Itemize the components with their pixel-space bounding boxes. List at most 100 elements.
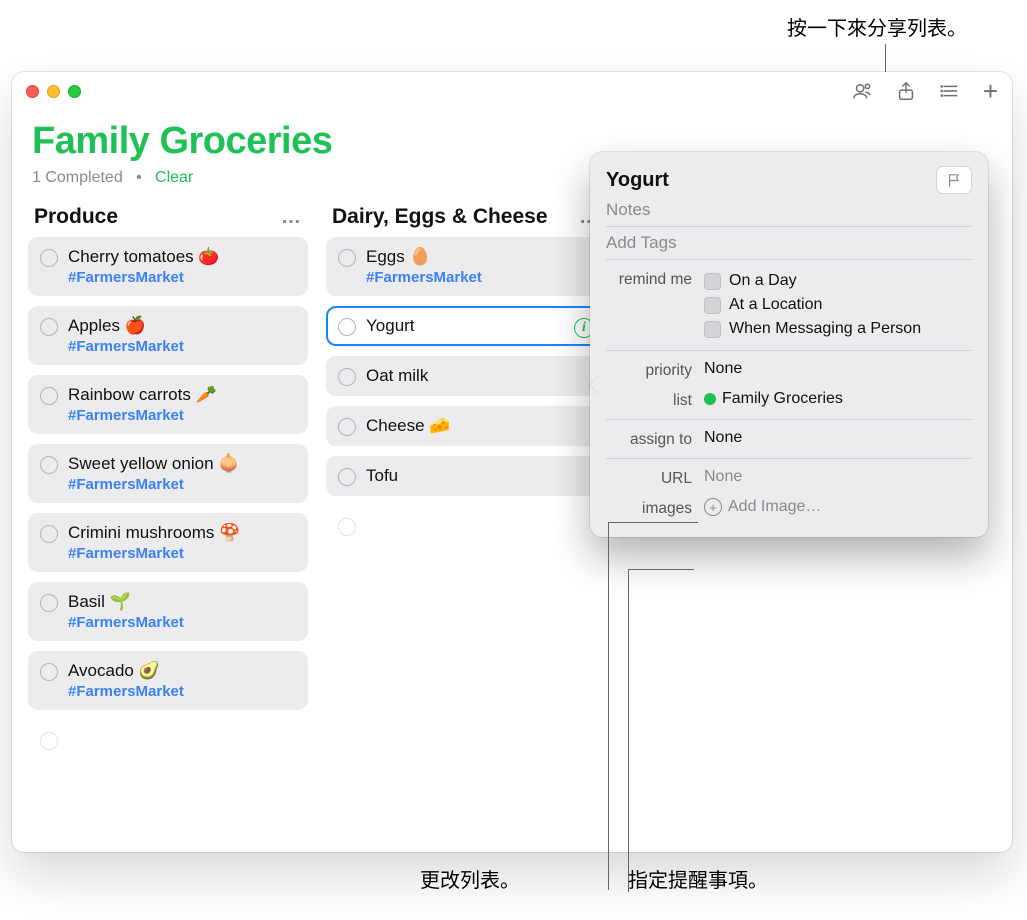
reminder-item[interactable]: Crimini mushrooms 🍄 #FarmersMarket bbox=[28, 513, 308, 572]
reminder-title: Eggs 🥚 bbox=[366, 247, 594, 267]
reminder-item[interactable]: Cheese 🧀 bbox=[326, 406, 606, 446]
reminder-title: Tofu bbox=[366, 466, 594, 486]
reminder-title: Crimini mushrooms 🍄 bbox=[68, 523, 296, 543]
complete-toggle[interactable] bbox=[40, 456, 58, 474]
reminder-title: Apples 🍎 bbox=[68, 316, 296, 336]
titlebar: + bbox=[12, 72, 1012, 110]
close-window-button[interactable] bbox=[26, 85, 39, 98]
complete-toggle[interactable] bbox=[338, 468, 356, 486]
clear-button[interactable]: Clear bbox=[155, 169, 193, 186]
reminder-item[interactable]: Eggs 🥚 #FarmersMarket bbox=[326, 237, 606, 296]
complete-toggle[interactable] bbox=[40, 594, 58, 612]
reminder-item[interactable]: Rainbow carrots 🥕 #FarmersMarket bbox=[28, 375, 308, 434]
remind-option-label: When Messaging a Person bbox=[729, 320, 921, 338]
reminder-title: Yogurt bbox=[366, 316, 594, 336]
complete-toggle[interactable] bbox=[338, 368, 356, 386]
reminder-item[interactable]: Oat milk bbox=[326, 356, 606, 396]
column-header-dairy: Dairy, Eggs & Cheese … bbox=[326, 205, 606, 237]
view-options-icon[interactable] bbox=[939, 80, 961, 102]
list-value[interactable]: Family Groceries bbox=[704, 390, 972, 408]
remind-when-messaging[interactable]: When Messaging a Person bbox=[704, 317, 972, 341]
complete-toggle[interactable] bbox=[40, 663, 58, 681]
column-title: Produce bbox=[34, 205, 118, 229]
complete-toggle[interactable] bbox=[338, 249, 356, 267]
complete-toggle[interactable] bbox=[40, 525, 58, 543]
callout-change-list: 更改列表。 bbox=[420, 864, 520, 893]
reminder-item[interactable]: Apples 🍎 #FarmersMarket bbox=[28, 306, 308, 365]
reminder-item[interactable]: Basil 🌱 #FarmersMarket bbox=[28, 582, 308, 641]
checkbox-icon bbox=[704, 273, 721, 290]
list-color-dot bbox=[704, 393, 716, 405]
remind-at-location[interactable]: At a Location bbox=[704, 293, 972, 317]
flag-icon bbox=[946, 172, 963, 189]
popover-title[interactable]: Yogurt bbox=[606, 169, 926, 192]
separator-dot: • bbox=[127, 169, 150, 186]
share-icon[interactable] bbox=[895, 80, 917, 102]
complete-toggle bbox=[40, 732, 58, 750]
remind-on-day[interactable]: On a Day bbox=[704, 269, 972, 293]
reminder-detail-popover: Yogurt Notes Add Tags remind me On a Day… bbox=[590, 152, 988, 537]
flag-button[interactable] bbox=[936, 166, 972, 194]
minimize-window-button[interactable] bbox=[47, 85, 60, 98]
complete-toggle[interactable] bbox=[40, 387, 58, 405]
callout-leader bbox=[608, 522, 609, 890]
label-priority: priority bbox=[606, 360, 704, 380]
tags-field[interactable]: Add Tags bbox=[606, 227, 972, 260]
completed-count: 1 Completed bbox=[32, 169, 123, 186]
column-produce: Produce … Cherry tomatoes 🍅 #FarmersMark… bbox=[28, 205, 308, 770]
notes-field[interactable]: Notes bbox=[606, 194, 972, 227]
column-header-produce: Produce … bbox=[28, 205, 308, 237]
list-name: Family Groceries bbox=[722, 390, 843, 407]
reminder-tag[interactable]: #FarmersMarket bbox=[68, 545, 296, 562]
priority-value[interactable]: None bbox=[704, 360, 972, 378]
label-remind: remind me bbox=[606, 269, 704, 289]
remind-option-label: At a Location bbox=[729, 296, 822, 314]
label-images: images bbox=[606, 498, 704, 518]
remind-option-label: On a Day bbox=[729, 272, 797, 290]
reminder-tag[interactable]: #FarmersMarket bbox=[68, 269, 296, 286]
reminder-item[interactable]: Sweet yellow onion 🧅 #FarmersMarket bbox=[28, 444, 308, 503]
divider bbox=[606, 419, 972, 420]
complete-toggle[interactable] bbox=[40, 318, 58, 336]
reminder-item[interactable]: Tofu bbox=[326, 456, 606, 496]
checkbox-icon bbox=[704, 321, 721, 338]
reminder-item[interactable]: Cherry tomatoes 🍅 #FarmersMarket bbox=[28, 237, 308, 296]
complete-toggle bbox=[338, 518, 356, 536]
plus-circle-icon: + bbox=[704, 498, 722, 516]
reminder-title: Cherry tomatoes 🍅 bbox=[68, 247, 296, 267]
callout-leader bbox=[628, 569, 694, 570]
complete-toggle[interactable] bbox=[338, 418, 356, 436]
complete-toggle[interactable] bbox=[40, 249, 58, 267]
window-controls bbox=[26, 85, 81, 98]
new-reminder-placeholder[interactable] bbox=[28, 720, 308, 760]
zoom-window-button[interactable] bbox=[68, 85, 81, 98]
add-image-label: Add Image… bbox=[728, 498, 821, 516]
reminder-tag[interactable]: #FarmersMarket bbox=[68, 614, 296, 631]
url-value[interactable]: None bbox=[704, 468, 972, 486]
reminder-tag[interactable]: #FarmersMarket bbox=[68, 683, 296, 700]
callout-leader bbox=[628, 569, 629, 892]
reminder-item[interactable]: Avocado 🥑 #FarmersMarket bbox=[28, 651, 308, 710]
callout-share: 按一下來分享列表。 bbox=[787, 12, 967, 41]
label-list: list bbox=[606, 390, 704, 410]
column-more-button[interactable]: … bbox=[281, 206, 302, 229]
reminder-tag[interactable]: #FarmersMarket bbox=[68, 407, 296, 424]
reminder-title: Rainbow carrots 🥕 bbox=[68, 385, 296, 405]
reminder-title: Basil 🌱 bbox=[68, 592, 296, 612]
add-image-button[interactable]: + Add Image… bbox=[704, 498, 972, 516]
toolbar: + bbox=[851, 78, 998, 104]
assign-value[interactable]: None bbox=[704, 429, 972, 447]
reminder-item-selected[interactable]: Yogurt i bbox=[326, 306, 606, 346]
reminder-tag[interactable]: #FarmersMarket bbox=[68, 338, 296, 355]
reminder-tag[interactable]: #FarmersMarket bbox=[68, 476, 296, 493]
add-reminder-button[interactable]: + bbox=[983, 78, 998, 104]
divider bbox=[606, 458, 972, 459]
callout-leader bbox=[608, 522, 698, 523]
reminder-tag[interactable]: #FarmersMarket bbox=[366, 269, 594, 286]
label-assign: assign to bbox=[606, 429, 704, 449]
complete-toggle[interactable] bbox=[338, 318, 356, 336]
reminder-title: Oat milk bbox=[366, 366, 594, 386]
callout-leader-share bbox=[885, 44, 886, 72]
new-reminder-placeholder[interactable] bbox=[326, 506, 606, 546]
collaborate-icon[interactable] bbox=[851, 80, 873, 102]
